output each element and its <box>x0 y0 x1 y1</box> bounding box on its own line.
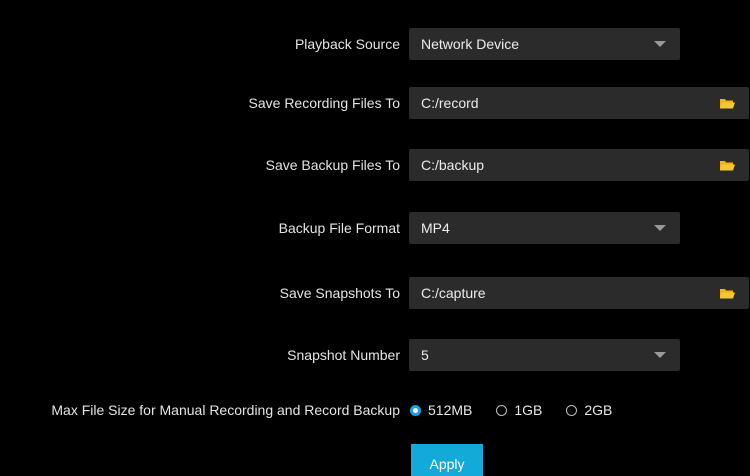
backup-format-row: Backup File Format MP4 <box>0 212 750 244</box>
recording-settings-page: Playback Source Network Device Save Reco… <box>0 0 750 476</box>
max-file-size-radio-group: 512MB 1GB 2GB <box>410 394 636 426</box>
radio-2gb[interactable]: 2GB <box>566 402 612 418</box>
save-backup-path-value: C:/backup <box>421 157 485 173</box>
folder-icon[interactable] <box>720 160 735 171</box>
backup-format-label: Backup File Format <box>278 220 400 236</box>
backup-format-select[interactable]: MP4 <box>409 212 680 244</box>
apply-button[interactable]: Apply <box>411 444 483 476</box>
snapshot-number-label: Snapshot Number <box>287 347 400 363</box>
radio-unchecked-icon[interactable] <box>566 404 578 416</box>
snapshot-number-select[interactable]: 5 <box>409 339 680 371</box>
snapshot-number-value: 5 <box>421 347 429 363</box>
save-snapshots-path-field[interactable]: C:/capture <box>409 277 749 309</box>
caret-down-icon <box>654 225 666 231</box>
folder-icon[interactable] <box>720 288 735 299</box>
radio-checked-icon[interactable] <box>410 404 421 416</box>
radio-512mb-label: 512MB <box>428 402 473 418</box>
radio-1gb[interactable]: 1GB <box>496 402 542 418</box>
save-backup-path-field[interactable]: C:/backup <box>409 149 749 181</box>
max-file-size-row: Max File Size for Manual Recording and R… <box>0 394 750 426</box>
playback-source-select[interactable]: Network Device <box>409 28 680 60</box>
save-snapshots-label: Save Snapshots To <box>279 285 400 301</box>
save-snapshots-path-value: C:/capture <box>421 285 486 301</box>
save-snapshots-row: Save Snapshots To C:/capture <box>0 277 750 309</box>
radio-1gb-label: 1GB <box>514 402 543 418</box>
save-recording-path-field[interactable]: C:/record <box>409 87 749 119</box>
folder-icon[interactable] <box>720 98 735 109</box>
save-recording-label: Save Recording Files To <box>248 95 400 111</box>
caret-down-icon <box>654 41 666 47</box>
save-backup-row: Save Backup Files To C:/backup <box>0 149 750 181</box>
save-recording-row: Save Recording Files To C:/record <box>0 87 750 119</box>
radio-2gb-label: 2GB <box>584 402 613 418</box>
playback-source-row: Playback Source Network Device <box>0 28 750 60</box>
caret-down-icon <box>654 352 666 358</box>
backup-format-value: MP4 <box>421 220 450 236</box>
snapshot-number-row: Snapshot Number 5 <box>0 339 750 371</box>
radio-512mb[interactable]: 512MB <box>410 402 472 418</box>
radio-unchecked-icon[interactable] <box>496 404 508 416</box>
save-backup-label: Save Backup Files To <box>265 157 400 173</box>
max-file-size-label: Max File Size for Manual Recording and R… <box>51 402 400 418</box>
save-recording-path-value: C:/record <box>421 95 479 111</box>
playback-source-value: Network Device <box>421 36 520 52</box>
playback-source-label: Playback Source <box>294 36 400 52</box>
